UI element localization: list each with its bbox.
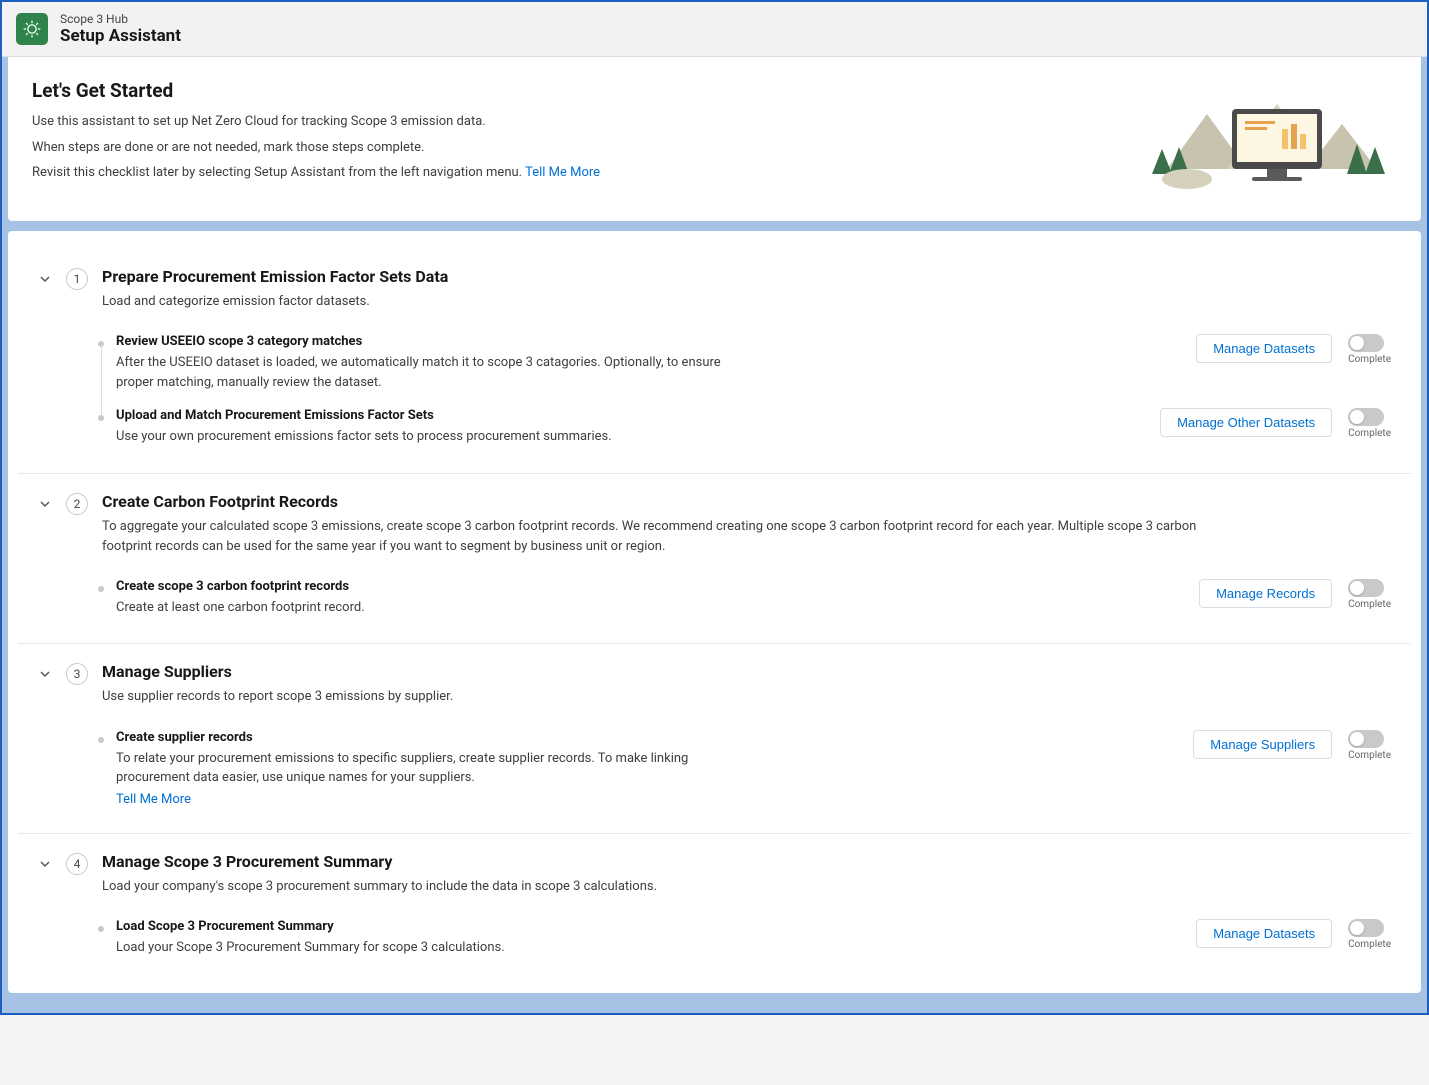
step-3: 3 Manage Suppliers Use supplier records …	[18, 644, 1411, 833]
substep: Review USEEIO scope 3 category matches A…	[98, 326, 1391, 400]
substep-desc: Use your own procurement emissions facto…	[116, 427, 756, 447]
intro-illustration	[1137, 79, 1397, 199]
substep-desc: After the USEEIO dataset is loaded, we a…	[116, 353, 756, 392]
substep-title: Create scope 3 carbon footprint records	[116, 579, 756, 594]
step-title: Create Carbon Footprint Records	[102, 492, 1212, 511]
manage-datasets-button[interactable]: Manage Datasets	[1196, 919, 1332, 948]
substep-dot	[98, 586, 104, 592]
complete-toggle[interactable]	[1348, 408, 1384, 426]
step-number: 1	[66, 268, 88, 290]
step-title: Prepare Procurement Emission Factor Sets…	[102, 267, 448, 286]
complete-toggle[interactable]	[1348, 919, 1384, 937]
chevron-down-icon[interactable]	[38, 497, 52, 511]
header-text: Scope 3 Hub Setup Assistant	[60, 12, 181, 46]
manage-other-datasets-button[interactable]: Manage Other Datasets	[1160, 408, 1332, 437]
step-1: 1 Prepare Procurement Emission Factor Se…	[18, 249, 1411, 474]
app-frame: Scope 3 Hub Setup Assistant Let's Get St…	[0, 0, 1429, 1015]
manage-suppliers-button[interactable]: Manage Suppliers	[1193, 730, 1332, 759]
manage-datasets-button[interactable]: Manage Datasets	[1196, 334, 1332, 363]
substep-desc: Create at least one carbon footprint rec…	[116, 598, 756, 618]
substep-title: Create supplier records	[116, 730, 756, 745]
step-desc: Use supplier records to report scope 3 e…	[102, 687, 453, 707]
manage-records-button[interactable]: Manage Records	[1199, 579, 1332, 608]
toggle-label: Complete	[1348, 599, 1391, 610]
substep: Create supplier records To relate your p…	[98, 722, 1391, 815]
page-header: Scope 3 Hub Setup Assistant	[2, 2, 1427, 57]
step-number: 3	[66, 663, 88, 685]
chevron-down-icon[interactable]	[38, 667, 52, 681]
complete-toggle[interactable]	[1348, 730, 1384, 748]
substep-dot	[98, 737, 104, 743]
intro-line3: Revisit this checklist later by selectin…	[32, 163, 600, 183]
step-2: 2 Create Carbon Footprint Records To agg…	[18, 474, 1411, 645]
toggle-label: Complete	[1348, 354, 1391, 365]
intro-line2: When steps are done or are not needed, m…	[32, 138, 600, 158]
intro-text: Let's Get Started Use this assistant to …	[32, 79, 600, 199]
substep-title: Review USEEIO scope 3 category matches	[116, 334, 756, 349]
toggle-label: Complete	[1348, 750, 1391, 761]
toggle-label: Complete	[1348, 428, 1391, 439]
intro-heading: Let's Get Started	[32, 79, 600, 102]
tell-me-more-link[interactable]: Tell Me More	[525, 165, 600, 180]
substep-title: Upload and Match Procurement Emissions F…	[116, 408, 756, 423]
step-desc: To aggregate your calculated scope 3 emi…	[102, 517, 1212, 557]
substep-dot	[98, 926, 104, 932]
chevron-down-icon[interactable]	[38, 857, 52, 871]
intro-card: Let's Get Started Use this assistant to …	[8, 57, 1421, 221]
step-desc: Load and categorize emission factor data…	[102, 292, 448, 312]
content-area: Let's Get Started Use this assistant to …	[2, 57, 1427, 1013]
complete-toggle[interactable]	[1348, 334, 1384, 352]
header-subtitle: Scope 3 Hub	[60, 12, 181, 26]
steps-card: 1 Prepare Procurement Emission Factor Se…	[8, 231, 1421, 993]
step-desc: Load your company's scope 3 procurement …	[102, 877, 657, 897]
step-number: 2	[66, 493, 88, 515]
tell-me-more-link[interactable]: Tell Me More	[116, 792, 191, 807]
step-4: 4 Manage Scope 3 Procurement Summary Loa…	[18, 834, 1411, 984]
substep-dot	[98, 415, 104, 421]
substep-title: Load Scope 3 Procurement Summary	[116, 919, 756, 934]
step-title: Manage Suppliers	[102, 662, 453, 681]
app-icon	[16, 13, 48, 45]
substep: Create scope 3 carbon footprint records …	[98, 571, 1391, 626]
substep-desc: To relate your procurement emissions to …	[116, 749, 756, 788]
intro-line1: Use this assistant to set up Net Zero Cl…	[32, 112, 600, 132]
chevron-down-icon[interactable]	[38, 272, 52, 286]
substep-desc: Load your Scope 3 Procurement Summary fo…	[116, 938, 756, 958]
substep: Load Scope 3 Procurement Summary Load yo…	[98, 911, 1391, 966]
step-number: 4	[66, 853, 88, 875]
step-title: Manage Scope 3 Procurement Summary	[102, 852, 657, 871]
complete-toggle[interactable]	[1348, 579, 1384, 597]
substep: Upload and Match Procurement Emissions F…	[98, 400, 1391, 455]
toggle-label: Complete	[1348, 939, 1391, 950]
header-title: Setup Assistant	[60, 26, 181, 46]
